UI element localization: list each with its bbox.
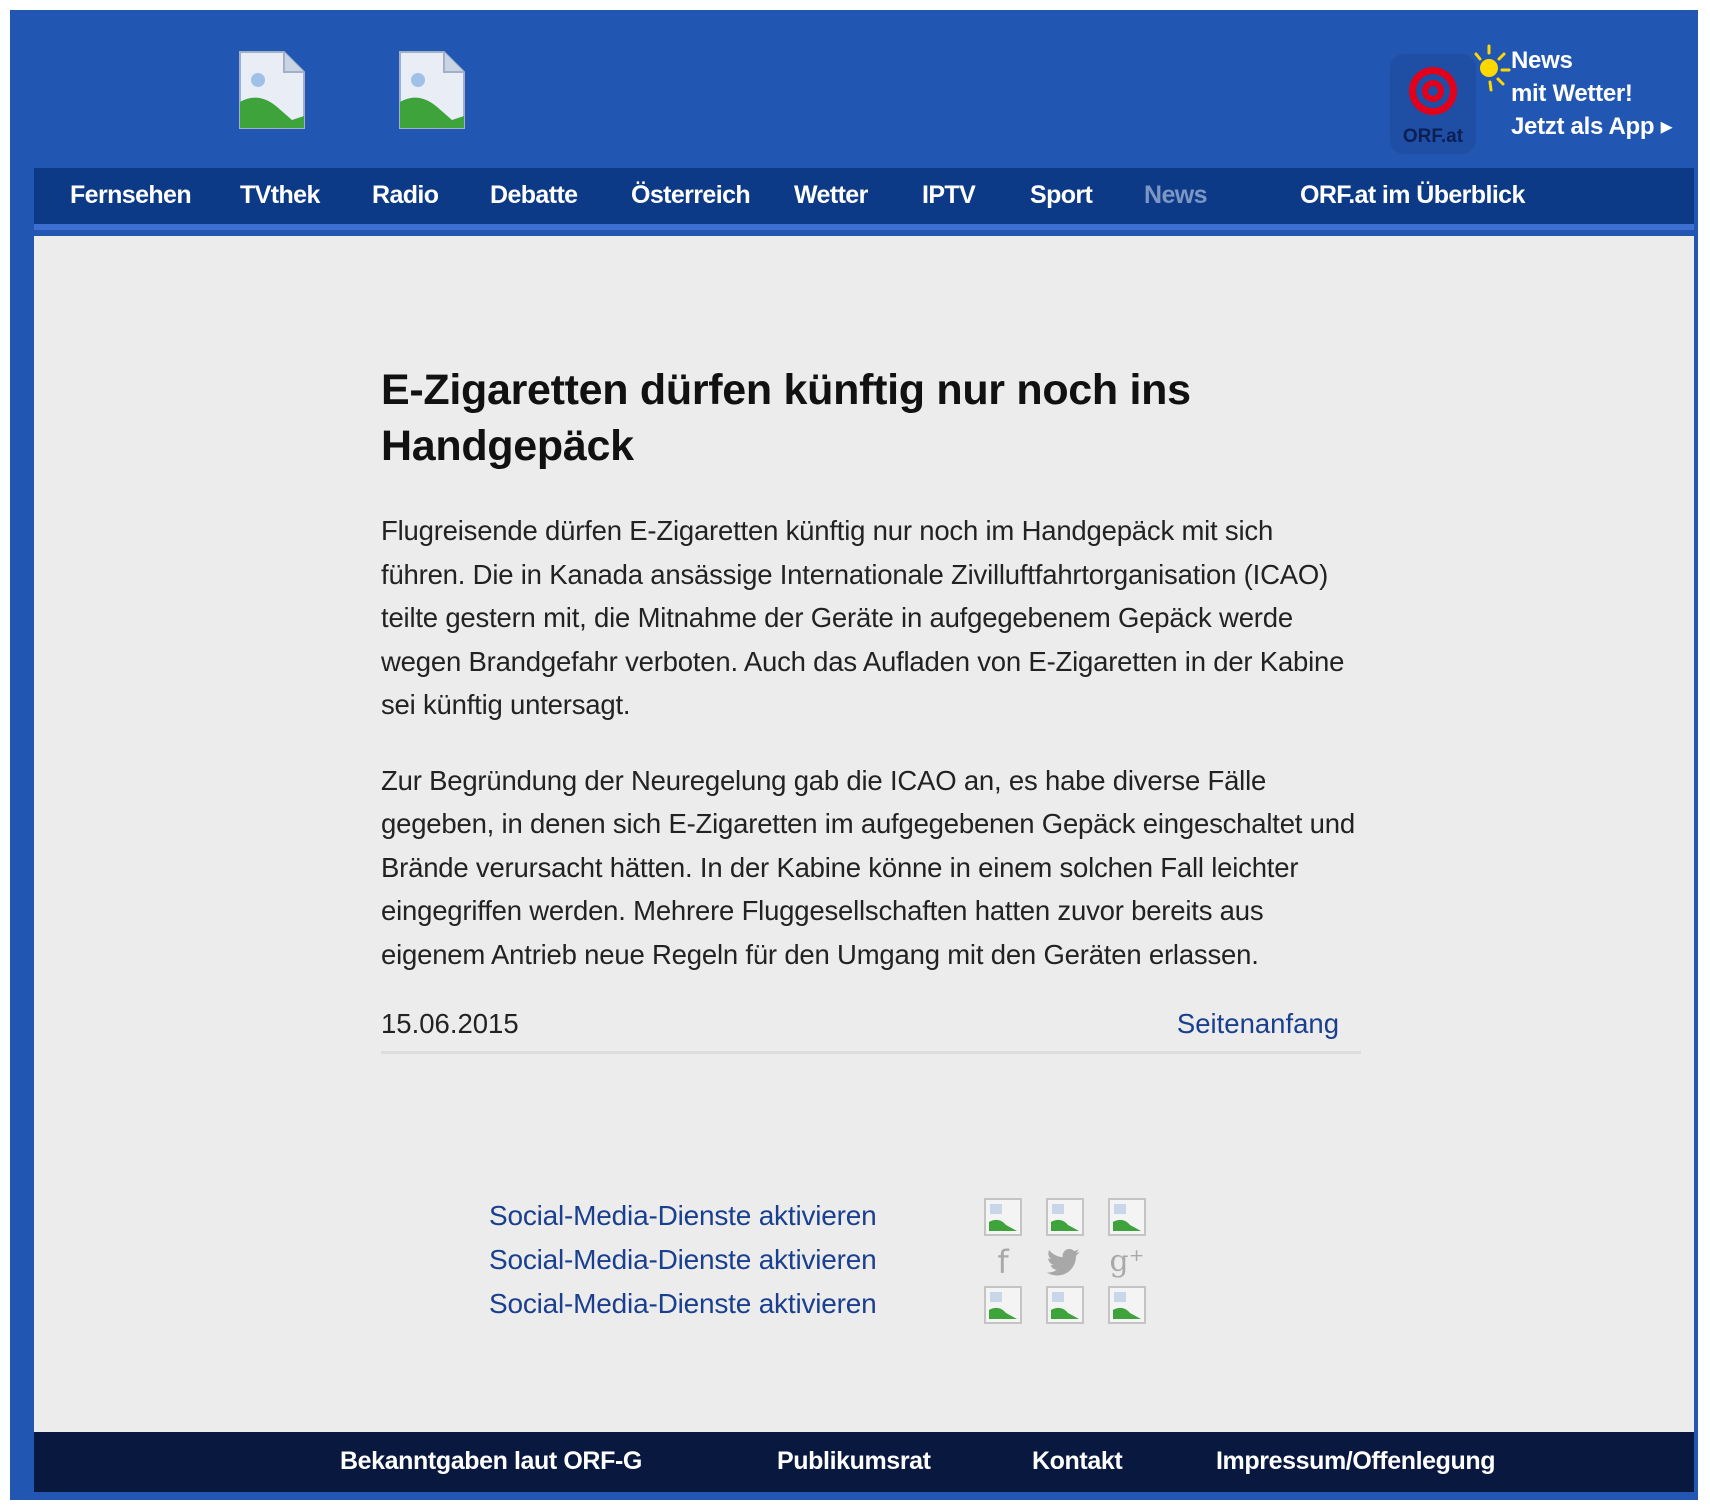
sun-icon bbox=[1474, 44, 1511, 92]
social-row: Social-Media-Dienste aktivieren bbox=[489, 1286, 1149, 1330]
promo-line: News bbox=[1511, 47, 1573, 74]
main-content: E-Zigaretten dürfen künftig nur noch ins… bbox=[34, 236, 1694, 1432]
page-frame: ORF.at News mit Wetter! Jetzt als App ▸ bbox=[10, 10, 1698, 1500]
promo-line: mit Wetter! bbox=[1511, 80, 1633, 107]
activate-social-media-link[interactable]: Social-Media-Dienste aktivieren bbox=[489, 1288, 877, 1320]
nav-item-sport[interactable]: Sport bbox=[1030, 181, 1093, 210]
activate-social-media-link[interactable]: Social-Media-Dienste aktivieren bbox=[489, 1244, 877, 1276]
article: E-Zigaretten dürfen künftig nur noch ins… bbox=[381, 362, 1361, 1054]
broken-image-icon[interactable] bbox=[984, 1198, 1022, 1236]
broken-image-icon[interactable] bbox=[1046, 1286, 1084, 1324]
broken-image-icon[interactable] bbox=[984, 1286, 1022, 1324]
back-to-top-link[interactable]: Seitenanfang bbox=[1177, 1008, 1339, 1040]
google-plus-icon[interactable]: g⁺ bbox=[1108, 1242, 1146, 1282]
social-row: Social-Media-Dienste aktivieren f g⁺ bbox=[489, 1242, 1149, 1286]
article-paragraph: Flugreisende dürfen E-Zigaretten künftig… bbox=[381, 515, 1345, 720]
article-title: E-Zigaretten dürfen künftig nur noch ins… bbox=[381, 366, 1191, 470]
broken-image-icon[interactable] bbox=[1108, 1286, 1146, 1324]
nav-item-news[interactable]: News bbox=[1144, 181, 1208, 210]
header: ORF.at News mit Wetter! Jetzt als App ▸ bbox=[10, 10, 1698, 168]
nav-item-orf-overview[interactable]: ORF.at im Überblick bbox=[1300, 181, 1525, 210]
orf-app-logo: ORF.at bbox=[1390, 54, 1476, 154]
facebook-icon[interactable]: f bbox=[984, 1242, 1022, 1282]
footer-link-kontakt[interactable]: Kontakt bbox=[1032, 1447, 1123, 1476]
orf-logo-text: ORF.at bbox=[1402, 126, 1464, 147]
footer: Bekanntgaben laut ORF-G Publikumsrat Kon… bbox=[34, 1432, 1694, 1492]
nav-item-fernsehen[interactable]: Fernsehen bbox=[70, 181, 192, 210]
footer-link-impressum[interactable]: Impressum/Offenlegung bbox=[1216, 1447, 1496, 1476]
nav-item-oesterreich[interactable]: Österreich bbox=[631, 181, 751, 210]
app-promo-banner[interactable]: ORF.at News mit Wetter! Jetzt als App ▸ bbox=[1375, 40, 1685, 155]
article-paragraph: Zur Begründung der Neuregelung gab die I… bbox=[381, 764, 1355, 970]
nav-item-tvthek[interactable]: TVthek bbox=[240, 181, 320, 210]
footer-link-publikumsrat[interactable]: Publikumsrat bbox=[777, 1447, 931, 1476]
twitter-icon[interactable] bbox=[1046, 1242, 1084, 1282]
social-media-section: Social-Media-Dienste aktivieren Social-M… bbox=[489, 1198, 1149, 1330]
broken-image-icon[interactable] bbox=[396, 50, 468, 132]
broken-image-icon[interactable] bbox=[1046, 1198, 1084, 1236]
nav-item-debatte[interactable]: Debatte bbox=[490, 181, 578, 210]
broken-image-icon[interactable] bbox=[1108, 1198, 1146, 1236]
orf-target-icon bbox=[1409, 67, 1457, 115]
footer-link-bekanntgaben[interactable]: Bekanntgaben laut ORF-G bbox=[340, 1447, 642, 1476]
promo-link[interactable]: Jetzt als App ▸ bbox=[1511, 110, 1673, 143]
broken-image-icon[interactable] bbox=[236, 50, 308, 132]
nav-item-wetter[interactable]: Wetter bbox=[794, 181, 868, 210]
article-date: 15.06.2015 bbox=[381, 1008, 519, 1039]
social-row: Social-Media-Dienste aktivieren bbox=[489, 1198, 1149, 1242]
activate-social-media-link[interactable]: Social-Media-Dienste aktivieren bbox=[489, 1200, 877, 1232]
nav-item-iptv[interactable]: IPTV bbox=[922, 181, 976, 210]
article-meta: 15.06.2015 Seitenanfang bbox=[381, 1006, 1361, 1054]
app-promo-text: News mit Wetter! Jetzt als App ▸ bbox=[1511, 44, 1673, 143]
nav-item-radio[interactable]: Radio bbox=[372, 181, 439, 210]
main-nav: Fernsehen TVthek Radio Debatte Österreic… bbox=[34, 168, 1694, 230]
